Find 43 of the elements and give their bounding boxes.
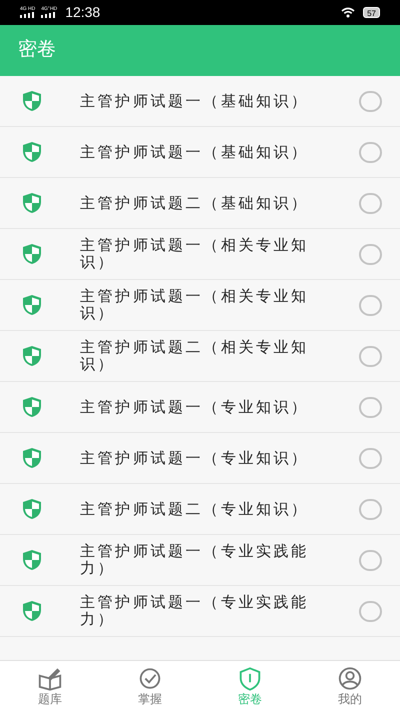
shield-icon (22, 447, 42, 469)
shield-icon (22, 192, 42, 214)
shield-icon (22, 90, 42, 112)
exam-title: 主管护师试题二（相关专业知识） (80, 339, 310, 373)
shield-icon (22, 600, 42, 622)
shield-icon (22, 345, 42, 367)
battery-indicator: 57 (363, 7, 380, 18)
radio-button[interactable] (359, 90, 382, 112)
radio-button[interactable] (359, 498, 382, 520)
shield-icon (22, 396, 42, 418)
shield-icon (22, 549, 42, 571)
radio-button[interactable] (359, 346, 382, 366)
shield-icon (22, 243, 42, 265)
exam-title: 主管护师试题一（专业知识） (80, 450, 310, 466)
shield-icon (22, 294, 42, 316)
shield-icon (22, 498, 42, 520)
radio-button[interactable] (359, 142, 382, 162)
nav-tab[interactable]: 题库 (0, 661, 100, 711)
radio-button[interactable] (359, 600, 382, 622)
exam-title: 主管护师试题一（相关专业知识） (80, 237, 310, 271)
shield-icon (237, 666, 263, 692)
book-pencil-icon (37, 666, 63, 692)
radio-button[interactable] (359, 550, 382, 570)
radio-button[interactable] (359, 396, 382, 418)
exam-title: 主管护师试题一（基础知识） (80, 92, 310, 110)
radio-button[interactable] (359, 192, 382, 214)
person-icon (337, 666, 363, 692)
screen-title: 密卷 (18, 38, 56, 62)
wifi-icon (341, 7, 356, 18)
exam-title: 主管护师试题二（基础知识） (80, 194, 310, 212)
shield-icon (22, 141, 42, 163)
nav-tab[interactable]: 掌握 (100, 661, 200, 711)
exam-title: 主管护师试题一（专业实践能力） (80, 594, 310, 628)
exam-title: 主管护师试题一（相关专业知识） (80, 288, 310, 322)
radio-button[interactable] (359, 448, 382, 468)
exam-title: 主管护师试题一（基础知识） (80, 144, 310, 160)
exam-title: 主管护师试题一（专业实践能力） (80, 543, 310, 577)
exam-title: 主管护师试题一（专业知识） (80, 398, 310, 416)
radio-button[interactable] (359, 244, 382, 264)
radio-button[interactable] (359, 294, 382, 316)
exam-title: 主管护师试题二（专业知识） (80, 500, 310, 518)
clock: 12:38 (65, 3, 100, 22)
nav-tab[interactable]: 我的 (300, 661, 400, 711)
